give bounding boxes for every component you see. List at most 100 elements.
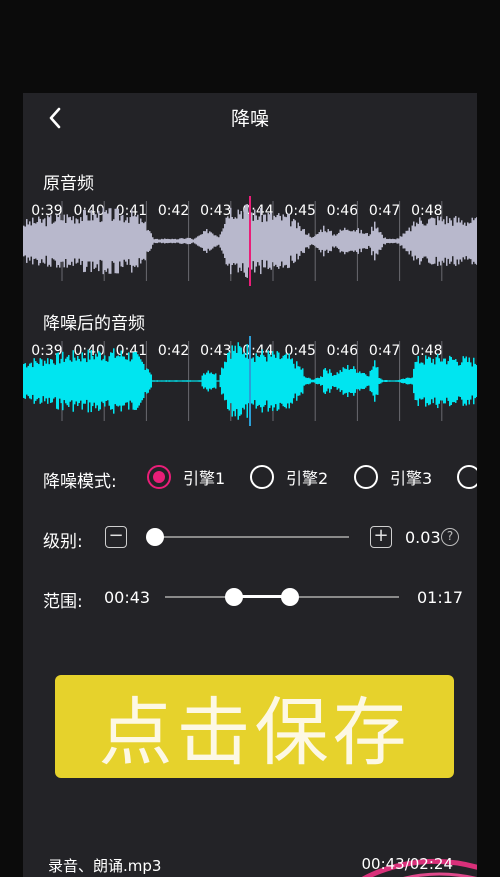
waveform-bar (255, 353, 257, 409)
waveform-bar (455, 216, 457, 266)
denoised-audio-label: 降噪后的音频 (43, 314, 145, 334)
waveform-bar (393, 239, 395, 243)
waveform-bar (44, 218, 46, 264)
waveform-bar (71, 361, 73, 401)
waveform-bar (195, 237, 197, 245)
waveform-bar (182, 380, 184, 382)
waveform-bar (65, 358, 67, 404)
waveform-bar (200, 380, 202, 382)
waveform-bar (210, 372, 212, 390)
waveform-bar (207, 370, 209, 392)
waveform-bar (177, 380, 179, 382)
waveform-bar (200, 234, 202, 248)
waveform-bar (398, 238, 400, 244)
waveform-bar (342, 367, 344, 395)
waveform-bar (89, 359, 91, 403)
waveform-bar (93, 359, 95, 403)
waveform-bar (141, 361, 143, 401)
waveform-bar (410, 378, 412, 384)
waveform-bar (228, 218, 230, 264)
waveform-bar (299, 366, 301, 396)
waveform-bar (167, 238, 169, 244)
waveform-bar (213, 235, 215, 247)
waveform-bar (308, 377, 310, 385)
waveform-bar (369, 370, 371, 392)
waveform-bar (357, 228, 359, 254)
waveform-bar (224, 223, 226, 259)
waveform-bar (453, 359, 455, 403)
engine-option-4[interactable] (457, 464, 477, 490)
denoised-waveform[interactable] (23, 336, 477, 426)
waveform-bar (149, 231, 151, 251)
original-audio-label: 原音频 (43, 174, 94, 194)
waveform-bar (183, 380, 185, 382)
waveform-bar (215, 373, 217, 389)
waveform-bar (294, 368, 296, 394)
range-end-thumb[interactable] (281, 588, 299, 606)
waveform-bar (344, 227, 346, 255)
waveform-bar (330, 372, 332, 390)
waveform-bar (362, 372, 364, 390)
waveform-bar (263, 214, 265, 268)
waveform-bar (186, 380, 188, 382)
waveform-bar (165, 238, 167, 244)
waveform-bar (243, 209, 245, 273)
engine-option-1[interactable]: 引擎1 (147, 464, 225, 490)
waveform-bar (96, 217, 98, 265)
waveform-bar (476, 217, 477, 265)
waveform-bar (68, 217, 70, 265)
waveform-bar (179, 380, 181, 382)
original-waveform[interactable] (23, 196, 477, 286)
waveform-bar (164, 380, 166, 382)
waveform-bar (419, 363, 421, 399)
waveform-bar (368, 236, 370, 246)
waveform-bar (81, 221, 83, 261)
engine-option-3[interactable]: 引擎3 (354, 464, 432, 490)
waveform-bar (56, 214, 58, 268)
waveform-bar (360, 229, 362, 253)
waveform-bar (66, 356, 68, 406)
waveform-bar (413, 368, 415, 394)
waveform-bar (396, 380, 398, 382)
level-decrease-button[interactable]: − (105, 526, 127, 548)
level-increase-button[interactable]: + (370, 526, 392, 548)
engine-option-2[interactable]: 引擎2 (250, 464, 328, 490)
waveform-bar (329, 369, 331, 393)
range-start-thumb[interactable] (225, 588, 243, 606)
waveform-bar (264, 356, 266, 406)
help-icon[interactable]: ? (441, 528, 459, 546)
waveform-bar (236, 352, 238, 410)
waveform-bar (174, 238, 176, 244)
waveform-bar (350, 231, 352, 251)
waveform-bar (143, 223, 145, 259)
waveform-bar (347, 229, 349, 253)
waveform-bar (171, 380, 173, 382)
current-file-name: 录音、朗诵.mp3 (48, 857, 162, 875)
waveform-bar (350, 369, 352, 393)
waveform-bar (467, 222, 469, 260)
save-button[interactable]: 点击保存 (55, 675, 454, 778)
waveform-bar (57, 352, 59, 410)
waveform-bar (62, 220, 64, 262)
waveform-bar (438, 358, 440, 404)
waveform-bar (114, 357, 116, 405)
waveform-bar (161, 380, 163, 382)
waveform-bar (41, 222, 43, 260)
waveform-bar (258, 216, 260, 266)
waveform-bar (252, 220, 254, 262)
waveform-bar (186, 237, 188, 245)
waveform-bar (50, 215, 52, 267)
waveform-bar (44, 360, 46, 402)
waveform-bar (39, 218, 41, 264)
level-slider-track[interactable] (155, 536, 349, 538)
waveform-bar (321, 377, 323, 385)
waveform-bar (441, 221, 443, 261)
level-slider-thumb[interactable] (146, 528, 164, 546)
waveform-bar (251, 358, 253, 404)
waveform-bar (339, 229, 341, 253)
waveform-bar (363, 373, 365, 389)
waveform-bar (158, 380, 160, 382)
waveform-bar (90, 349, 92, 413)
waveform-bar (300, 369, 302, 393)
waveform-bar (303, 228, 305, 254)
